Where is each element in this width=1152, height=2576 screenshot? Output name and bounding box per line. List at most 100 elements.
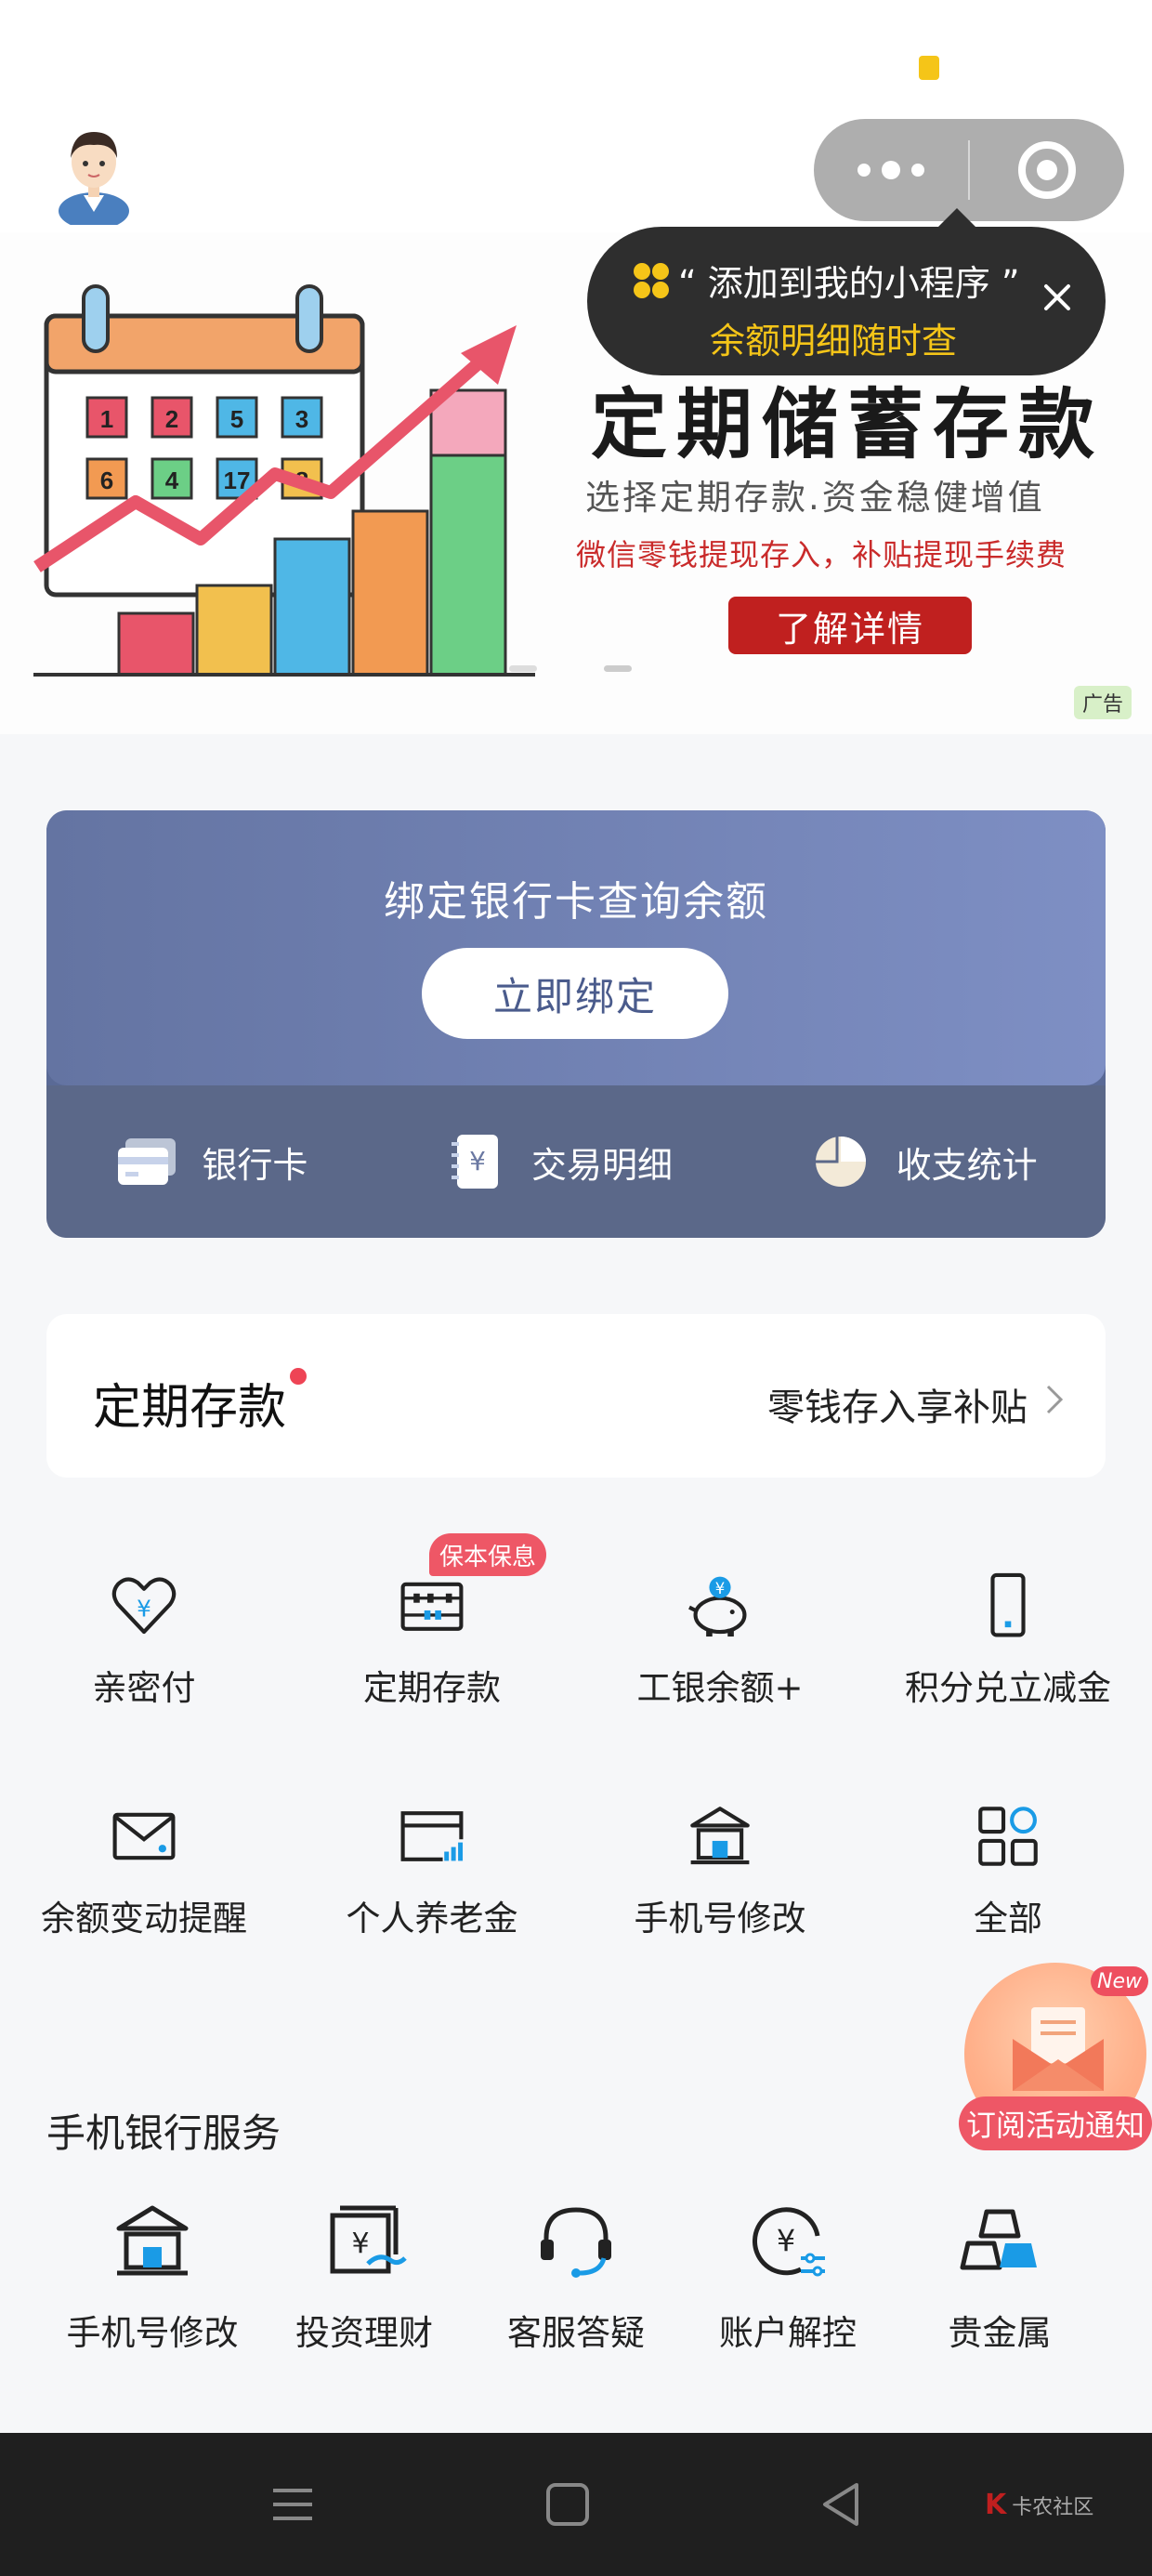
term-deposit-title: 定期存款 (93, 1380, 287, 1436)
bank-card-icon (118, 1138, 177, 1185)
service-phone-change[interactable]: 手机号修改 (46, 2193, 258, 2370)
carousel-indicator (509, 665, 632, 672)
banner-title: 定期储蓄存款 (591, 381, 1105, 469)
grid-item-label: 积分兑立减金 (905, 1668, 1111, 1708)
bind-bank-card-panel: 绑定银行卡查询余额 立即绑定 银行卡 ¥ 交易明细 收支统计 (46, 810, 1106, 1238)
service-precious-metals[interactable]: 贵金属 (894, 2193, 1106, 2370)
close-miniprogram-icon[interactable] (970, 119, 1124, 221)
card-shortcuts: 银行卡 ¥ 交易明细 收支统计 (46, 1085, 1106, 1238)
bind-now-button[interactable]: 立即绑定 (422, 948, 728, 1039)
service-label: 投资理财 (295, 2313, 433, 2353)
section-title: 手机银行服务 (46, 2110, 281, 2156)
transaction-detail-link[interactable]: ¥ 交易明细 (444, 1133, 673, 1190)
miniprogram-capsule (814, 119, 1124, 221)
service-label: 客服答疑 (507, 2313, 645, 2353)
card-chart-icon (400, 1811, 464, 1861)
grid-item-balance-alert[interactable]: 余额变动提醒 (0, 1755, 288, 1940)
income-expense-label: 收支统计 (896, 1144, 1038, 1186)
miniprogram-icon (632, 261, 671, 300)
watermark-text: 卡农社区 (1012, 2496, 1094, 2519)
calendar-number: 2 (165, 405, 178, 433)
watermark: K 卡农社区 (985, 2489, 1093, 2521)
invest-icon: ¥ (330, 2205, 407, 2274)
notification-dot (290, 1368, 307, 1385)
transaction-detail-label: 交易明细 (530, 1144, 673, 1186)
ad-tag: 广告 (1074, 686, 1132, 719)
subscribe-label: 订阅活动通知 (959, 2096, 1152, 2150)
calendar-number: 1 (100, 405, 113, 433)
calendar-number: 4 (165, 467, 179, 494)
bind-card-title: 绑定银行卡查询余额 (384, 878, 768, 926)
home-icon[interactable] (535, 2472, 600, 2537)
system-nav-bar (0, 2433, 1152, 2576)
grid-item-label: 个人养老金 (346, 1899, 518, 1939)
service-label: 贵金属 (948, 2313, 1052, 2353)
pie-chart-icon (812, 1137, 866, 1187)
bank-building-icon (116, 2205, 189, 2276)
calendar-number: 6 (100, 467, 113, 494)
abacus-icon (400, 1582, 464, 1631)
avatar[interactable] (56, 123, 132, 225)
grid-item-label: 亲密付 (92, 1668, 196, 1708)
top-bar (0, 0, 1152, 232)
svg-text:¥: ¥ (469, 1146, 486, 1176)
svg-text:¥: ¥ (351, 2228, 369, 2260)
banner-subtitle-red: 微信零钱提现存入，补贴提现手续费 (576, 537, 1067, 572)
term-deposit-entry[interactable]: 定期存款 零钱存入享补贴 (46, 1314, 1106, 1478)
transaction-detail-icon: ¥ (451, 1135, 498, 1189)
more-icon[interactable] (814, 119, 968, 221)
back-icon[interactable] (808, 2472, 873, 2537)
status-indicator (919, 56, 939, 80)
learn-more-button[interactable]: 了解详情 (728, 597, 972, 654)
phone-icon (990, 1572, 1026, 1637)
bank-card-label: 银行卡 (202, 1144, 308, 1186)
calendar-number: 17 (224, 467, 251, 494)
grid-item-all[interactable]: 全部 (864, 1755, 1152, 1940)
grid-item-label: 工银余额+ (636, 1668, 804, 1708)
add-miniprogram-tooltip: “ 添加到我的小程序 ” 余额明细随时查 (587, 208, 1106, 375)
heart-yuan-icon: ¥ (111, 1577, 177, 1635)
calendar-growth-illustration: 1 2 5 3 6 4 17 8 (33, 284, 535, 677)
watermark-logo: K (985, 2489, 1007, 2521)
close-icon[interactable] (1039, 279, 1076, 316)
new-tag: New (1091, 1966, 1148, 1996)
service-label: 手机号修改 (66, 2313, 239, 2353)
income-expense-link[interactable]: 收支统计 (809, 1133, 1038, 1190)
menu-icon[interactable] (260, 2472, 325, 2537)
grid-item-label: 全部 (974, 1899, 1042, 1939)
grid-item-icbc-balance-plus[interactable]: ¥ 工银余额+ (576, 1524, 864, 1710)
grid-item-term-deposit[interactable]: 定期存款 (288, 1524, 576, 1710)
grid-item-personal-pension[interactable]: 个人养老金 (288, 1755, 576, 1940)
svg-text:¥: ¥ (715, 1580, 726, 1597)
service-investment[interactable]: ¥ 投资理财 (258, 2193, 470, 2370)
grid-item-phone-change[interactable]: 手机号修改 (576, 1755, 864, 1940)
tooltip-line1: “ 添加到我的小程序 ” (678, 263, 1020, 304)
chevron-right-icon (1046, 1385, 1064, 1414)
account-unlock-icon: ¥ (753, 2207, 825, 2277)
mail-icon (112, 1812, 176, 1860)
grid-item-label: 余额变动提醒 (41, 1899, 247, 1939)
svg-text:¥: ¥ (777, 2223, 795, 2258)
grid-item-points-exchange[interactable]: 积分兑立减金 (864, 1524, 1152, 1710)
page: 1 2 5 3 6 4 17 8 定期储蓄存款 选择定期存款.资金稳健增值 微信… (0, 0, 1152, 2576)
grid-item-intimate-pay[interactable]: ¥ 亲密付 (0, 1524, 288, 1710)
grid-all-icon (978, 1807, 1038, 1866)
svg-text:¥: ¥ (137, 1596, 151, 1623)
bank-card-link[interactable]: 银行卡 (114, 1133, 308, 1190)
envelope-icon (1013, 2007, 1104, 2091)
bank-building-icon (690, 1807, 750, 1865)
grid-item-label: 定期存款 (363, 1668, 501, 1708)
service-customer-support[interactable]: 客服答疑 (470, 2193, 682, 2370)
subscribe-activity-float[interactable]: New 订阅活动通知 (955, 1959, 1152, 2154)
piggy-bank-icon: ¥ (688, 1576, 747, 1637)
tooltip-line2: 余额明细随时查 (710, 321, 958, 361)
headset-icon (541, 2207, 611, 2278)
calendar-number: 5 (230, 405, 243, 433)
grid-item-label: 手机号修改 (634, 1899, 806, 1939)
gold-bars-icon (960, 2209, 1037, 2270)
feature-grid: ¥ 亲密付 定期存款 ¥ 工银余额+ 积分兑立减金 余额变动提醒 个人养老金 手… (0, 1524, 1152, 1989)
banner-subtitle: 选择定期存款.资金稳健增值 (585, 478, 1045, 518)
service-account-unlock[interactable]: ¥ 账户解控 (682, 2193, 894, 2370)
term-deposit-subsidy-text: 零钱存入享补贴 (767, 1387, 1028, 1429)
services-row: 手机号修改 ¥ 投资理财 客服答疑 ¥ 账户解控 贵金属 (0, 2193, 1152, 2370)
